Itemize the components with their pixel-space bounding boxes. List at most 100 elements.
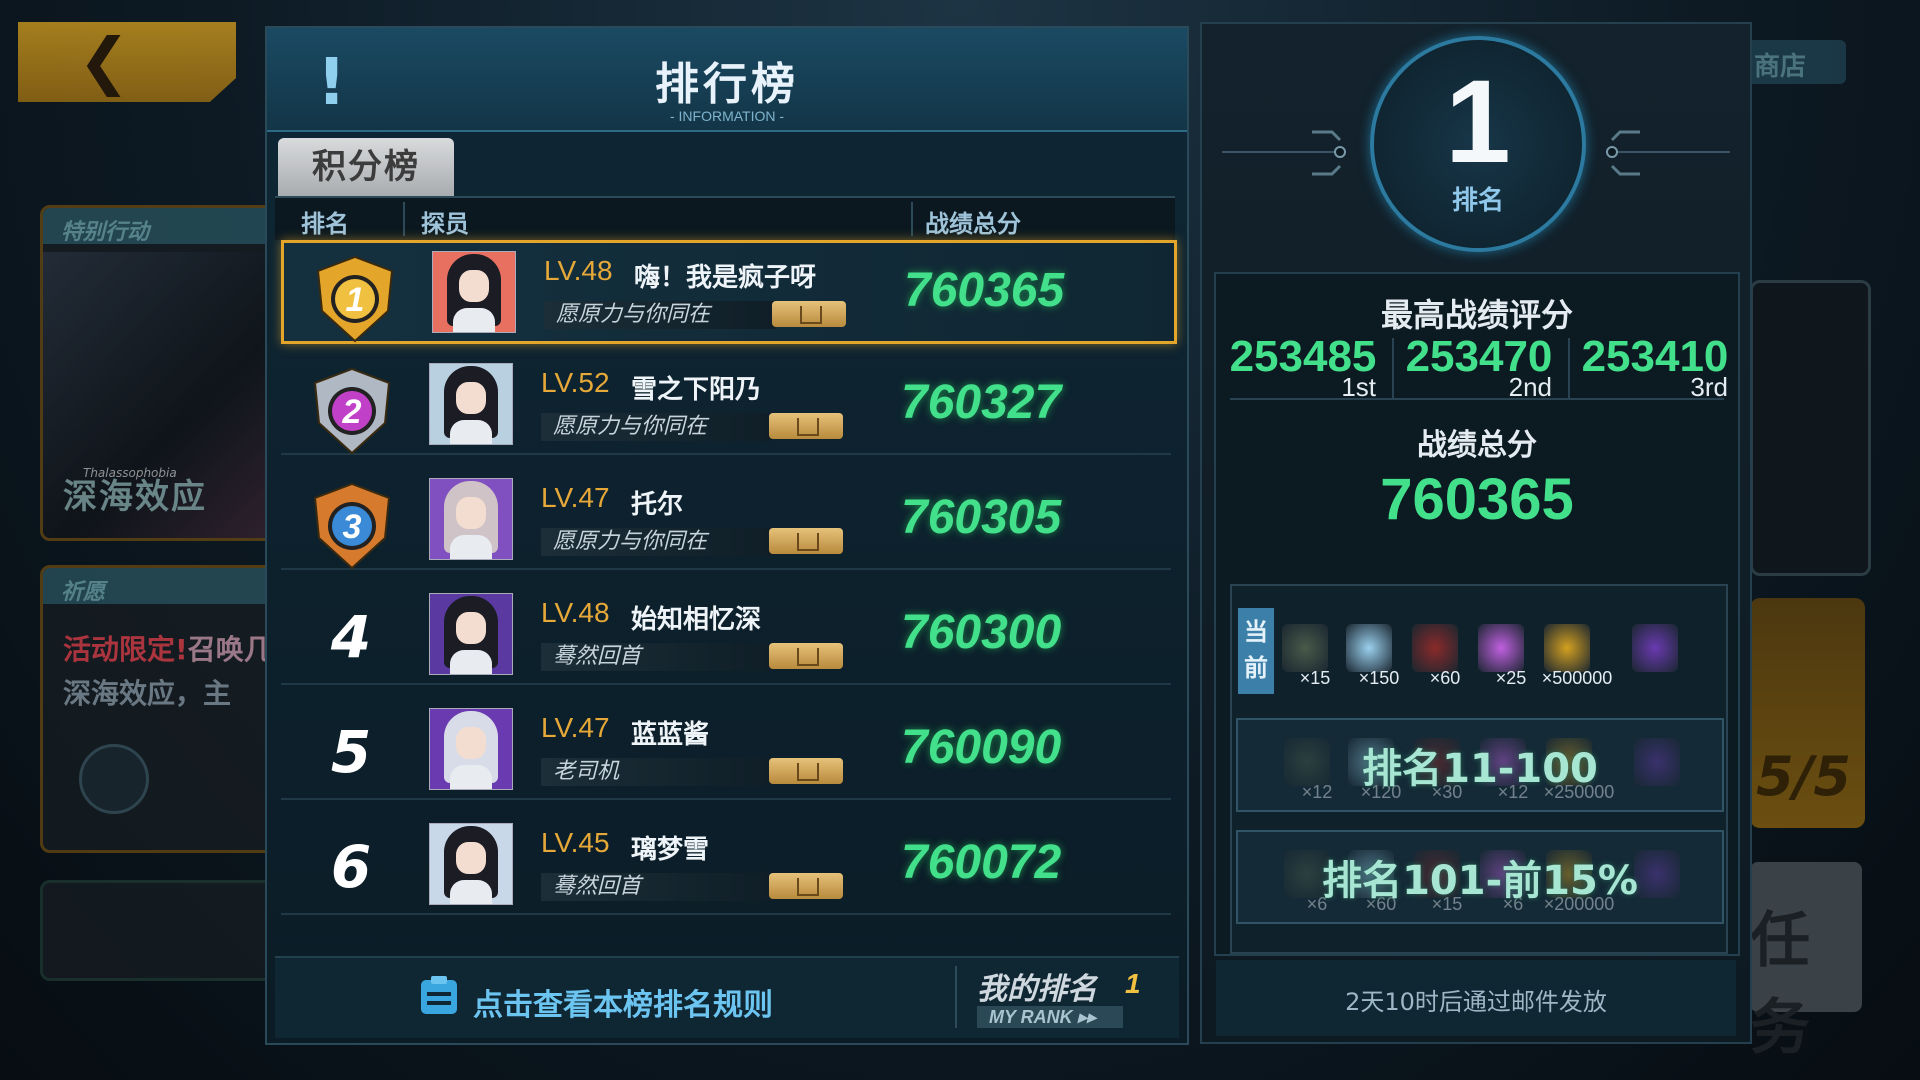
tier-label: 排名11-100 [1362,746,1598,792]
event-card-header: 特别行动 [43,208,273,245]
player-guild: 愿原力与你同在 [544,301,776,329]
guild-icon [797,878,819,896]
shop-button[interactable]: 商店 [1740,40,1846,84]
column-score: 战绩总分 [925,210,1021,238]
wish-line2: 深海效应，主 [63,677,232,710]
rank-number: 4 [330,603,372,671]
rank-label: 排名 [1451,186,1504,216]
reward-item[interactable]: ×15 [1276,624,1334,688]
reward-item[interactable] [1626,624,1684,684]
reward-quantity: ×500000 [1541,668,1613,688]
best-scores-box: 最高战绩评分 253485 1st 253470 2nd 253410 3rd … [1214,272,1740,956]
reward-tier: 当前 ×15 ×150 ×60 ×25 ×500000 [1236,606,1720,696]
clipboard-icon[interactable] [417,974,461,1018]
guild-icon [797,763,819,781]
leaderboard-row[interactable]: 1 LV.48 嗨！我是疯子呀 愿原力与你同在 760365 [281,240,1177,344]
rank-number: 3 [343,508,362,546]
player-avatar[interactable] [429,708,513,790]
player-avatar[interactable] [429,823,513,905]
player-score: 760365 [904,264,1065,317]
guild-button[interactable] [769,873,843,899]
guild-button[interactable] [769,643,843,669]
current-tier-tag: 当前 [1238,608,1274,694]
player-avatar[interactable] [429,363,513,445]
reward-item[interactable]: ×25 [1472,624,1530,688]
rank-shield-icon: 2 [313,367,391,455]
player-score: 760327 [901,376,1062,429]
leaderboard-row[interactable]: 5 LV.47 蓝蓝酱 老司机 760090 [281,700,1171,800]
wish-card-header: 祈愿 [43,568,273,605]
wish-card[interactable]: 祈愿 活动限定!召唤几 深海效应，主 [40,565,276,853]
column-headers: 排名 探员 战绩总分 [275,196,1175,240]
player-level: LV.48 [541,597,610,628]
tier-label: 排名101-前15% [1322,858,1638,904]
card-icon [1282,624,1328,672]
potion-icon [1478,624,1524,672]
player-guild: 愿原力与你同在 [541,413,773,441]
reward-item[interactable]: ×500000 [1538,624,1612,688]
player-level: LV.47 [541,482,610,513]
leaderboard-row[interactable]: 4 LV.48 始知相忆深 蓦然回首 760300 [281,585,1171,685]
player-name: 雪之下阳乃 [631,375,762,405]
player-guild: 老司机 [541,758,773,786]
crystal-icon [1346,624,1392,672]
back-button[interactable]: ❮ [18,22,236,102]
guild-icon [797,533,819,551]
column-rank: 排名 [301,210,349,238]
total-score-value: 760365 [1380,467,1574,532]
page-title: 排行榜 [655,59,799,110]
mail-notice: 2天10时后通过邮件发放 [1216,960,1736,1036]
guild-button[interactable] [769,413,843,439]
guild-button[interactable] [769,528,843,554]
player-level: LV.52 [541,367,610,398]
bracket-right-icon [1606,130,1730,176]
rank-number: 1 [1445,56,1511,188]
event-banner-art: Thalassophobia 深海效应 [43,252,273,538]
side-empty-card[interactable] [40,880,276,981]
rank-number: 1 [346,281,365,319]
guild-button[interactable] [772,301,846,327]
reward-item[interactable]: ×60 [1406,624,1464,688]
rank-emblem: 1 排名 [1370,36,1586,252]
best-scores-title: 最高战绩评分 [1380,296,1573,334]
leaderboard-row[interactable]: 6 LV.45 璃梦雪 蓦然回首 760072 [281,815,1171,915]
leaderboard-row[interactable]: 3 LV.47 托尔 愿原力与你同在 760305 [281,470,1171,570]
rules-link[interactable]: 点击查看本榜排名规则 [473,980,773,1024]
event-title: 深海效应 [63,477,207,517]
reward-item[interactable]: ×150 [1340,624,1399,688]
wish-line1: 召唤几 [187,633,272,666]
divider [1230,398,1724,400]
player-guild: 蓦然回首 [541,873,773,901]
player-avatar[interactable] [429,478,513,560]
column-member: 探员 [421,210,469,238]
wish-text: 活动限定!召唤几 深海效应，主 [63,628,272,716]
player-guild: 愿原力与你同在 [541,528,773,556]
rank-number: 5 [330,718,372,786]
my-rank-panel: 1 排名 最高战绩评分 253485 1st 253470 2nd 253410… [1200,22,1752,1044]
wish-avatar [79,744,149,814]
player-level: LV.45 [541,827,610,858]
player-avatar[interactable] [429,593,513,675]
leaderboard-header: ! 排行榜 - INFORMATION - [267,28,1187,132]
progress-card[interactable]: 5/5 [1750,598,1865,828]
leaderboard-row[interactable]: 2 LV.52 雪之下阳乃 愿原力与你同在 760327 [281,355,1171,455]
guild-button[interactable] [769,758,843,784]
player-name: 璃梦雪 [631,835,710,865]
guild-icon [797,418,819,436]
bracket-left-icon [1222,130,1346,176]
progress-count: 5/5 [1756,745,1851,808]
guild-icon [800,306,822,324]
my-rank-button[interactable]: MY RANK ▸▸ [977,1006,1123,1028]
player-avatar[interactable] [432,251,516,333]
tab-score-board[interactable]: 积分榜 [278,138,454,196]
leaderboard-footer: 点击查看本榜排名规则 我的排名 1 MY RANK ▸▸ [275,956,1179,1038]
wish-limited-label: 活动限定! [63,633,188,666]
event-card[interactable]: 特别行动 Thalassophobia 深海效应 [40,205,276,541]
mail-notice-text: 2天10时后通过邮件发放 [1345,988,1607,1016]
player-name: 始知相忆深 [631,605,762,635]
player-guild: 蓦然回首 [541,643,773,671]
task-button[interactable]: 任务 [1750,862,1862,1063]
player-name: 托尔 [631,490,684,520]
best-score-1: 253485 1st [1218,332,1388,402]
rank-shield-icon: 1 [316,255,394,343]
